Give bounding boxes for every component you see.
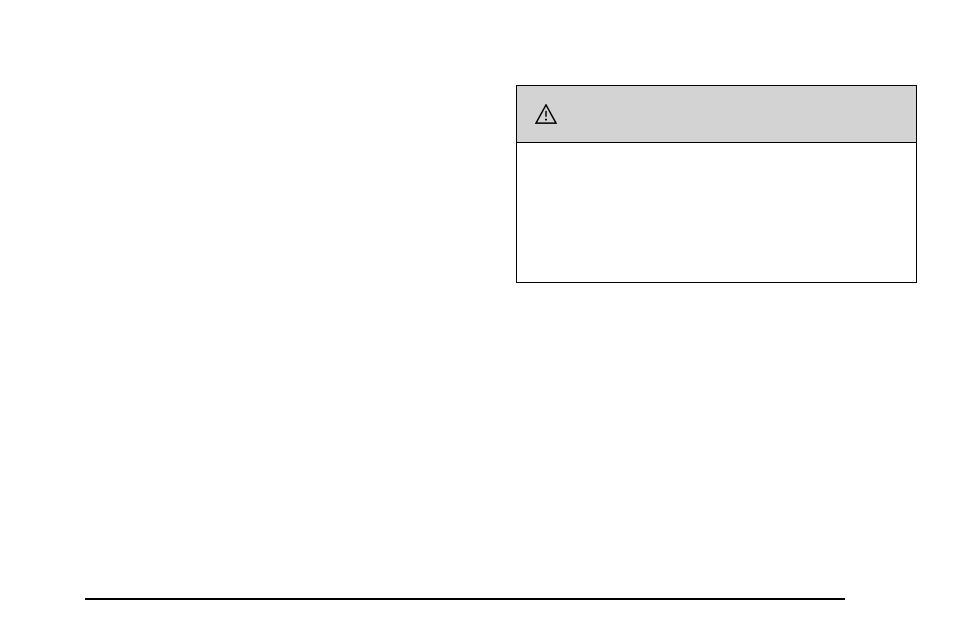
warning-triangle-icon [535,104,557,124]
callout-header [517,86,916,143]
callout-body [517,143,916,167]
page-footer-rule [85,598,845,600]
callout-box [516,85,917,283]
